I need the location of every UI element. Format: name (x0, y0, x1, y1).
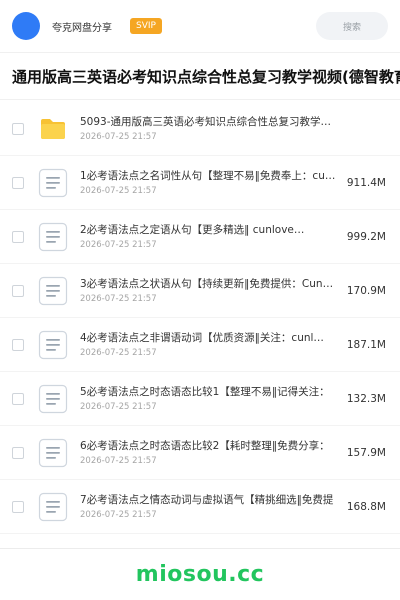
file-row[interactable]: 7必考语法点之情态动词与虚拟语气【精挑细选‖免费提 2026-07-25 21:5… (0, 480, 400, 534)
document-icon (38, 384, 68, 414)
document-icon (38, 168, 68, 198)
file-row[interactable]: 5必考语法点之时态语态比较1【整理不易‖记得关注： 2026-07-25 21:5… (0, 372, 400, 426)
search-input[interactable]: 搜索 (316, 12, 388, 40)
svip-badge: SVIP (130, 18, 162, 34)
file-row[interactable]: 5093-通用版高三英语必考知识点综合性总复习教学… 2026-07-25 21:… (0, 102, 400, 156)
document-icon (38, 438, 68, 468)
document-icon (38, 330, 68, 360)
file-date: 2026-07-25 21:57 (80, 186, 157, 196)
row-checkbox[interactable] (12, 339, 24, 351)
file-size: 187.1M (344, 339, 386, 351)
row-checkbox[interactable] (12, 285, 24, 297)
file-list: 5093-通用版高三英语必考知识点综合性总复习教学… 2026-07-25 21:… (0, 102, 400, 534)
row-checkbox[interactable] (12, 177, 24, 189)
row-checkbox[interactable] (12, 123, 24, 135)
document-icon (38, 492, 68, 522)
document-icon (38, 276, 68, 306)
file-date: 2026-07-25 21:57 (80, 294, 157, 304)
file-date: 2026-07-25 21:57 (80, 510, 157, 520)
file-row[interactable]: 3必考语法点之状语从句【持续更新‖免费提供：Cun… 2026-07-25 21:… (0, 264, 400, 318)
file-info: 1必考语法点之名词性从句【整理不易‖免费奉上：cu… 2026-07-25 21:… (80, 169, 340, 197)
file-row[interactable]: 4必考语法点之非谓语动词【优质资源‖关注：cunl… 2026-07-25 21:… (0, 318, 400, 372)
file-info: 4必考语法点之非谓语动词【优质资源‖关注：cunl… 2026-07-25 21:… (80, 331, 340, 359)
document-icon (38, 222, 68, 252)
file-name[interactable]: 2必考语法点之定语从句【更多精选‖ cunlove… (80, 223, 340, 237)
file-info: 7必考语法点之情态动词与虚拟语气【精挑细选‖免费提 2026-07-25 21:5… (80, 493, 340, 521)
file-size: 911.4M (344, 177, 386, 189)
file-name[interactable]: 3必考语法点之状语从句【持续更新‖免费提供：Cun… (80, 277, 340, 291)
file-size: 157.9M (344, 447, 386, 459)
row-checkbox[interactable] (12, 231, 24, 243)
row-checkbox[interactable] (12, 501, 24, 513)
file-info: 6必考语法点之时态语态比较2【耗时整理‖免费分享： 2026-07-25 21:5… (80, 439, 340, 467)
file-name[interactable]: 6必考语法点之时态语态比较2【耗时整理‖免费分享： (80, 439, 340, 453)
file-name[interactable]: 1必考语法点之名词性从句【整理不易‖免费奉上：cu… (80, 169, 340, 183)
file-size: 132.3M (344, 393, 386, 405)
avatar[interactable] (12, 12, 40, 40)
title-divider (0, 99, 400, 100)
file-size: 170.9M (344, 285, 386, 297)
title-bar: 通用版高三英语必考知识点综合性总复习教学视频(德智教育 (0, 53, 400, 99)
file-row[interactable]: 6必考语法点之时态语态比较2【耗时整理‖免费分享： 2026-07-25 21:5… (0, 426, 400, 480)
folder-icon (38, 114, 68, 144)
file-row[interactable]: 1必考语法点之名词性从句【整理不易‖免费奉上：cu… 2026-07-25 21:… (0, 156, 400, 210)
file-name[interactable]: 7必考语法点之情态动词与虚拟语气【精挑细选‖免费提 (80, 493, 340, 507)
file-info: 2必考语法点之定语从句【更多精选‖ cunlove… 2026-07-25 21:… (80, 223, 340, 251)
page-title: 通用版高三英语必考知识点综合性总复习教学视频(德智教育 (12, 67, 400, 86)
file-name[interactable]: 5必考语法点之时态语态比较1【整理不易‖记得关注： (80, 385, 340, 399)
file-date: 2026-07-25 21:57 (80, 402, 157, 412)
row-checkbox[interactable] (12, 393, 24, 405)
footer-divider (0, 548, 400, 549)
header-bar: 夸克网盘分享 SVIP 搜索 (0, 0, 400, 52)
file-info: 5093-通用版高三英语必考知识点综合性总复习教学… 2026-07-25 21:… (80, 115, 340, 143)
file-info: 5必考语法点之时态语态比较1【整理不易‖记得关注： 2026-07-25 21:5… (80, 385, 340, 413)
user-name[interactable]: 夸克网盘分享 (52, 19, 112, 34)
row-checkbox[interactable] (12, 447, 24, 459)
file-info: 3必考语法点之状语从句【持续更新‖免费提供：Cun… 2026-07-25 21:… (80, 277, 340, 305)
file-date: 2026-07-25 21:57 (80, 240, 157, 250)
file-date: 2026-07-25 21:57 (80, 456, 157, 466)
row-divider (0, 533, 400, 534)
file-name[interactable]: 4必考语法点之非谓语动词【优质资源‖关注：cunl… (80, 331, 340, 345)
file-name[interactable]: 5093-通用版高三英语必考知识点综合性总复习教学… (80, 115, 340, 129)
file-size: 999.2M (344, 231, 386, 243)
file-date: 2026-07-25 21:57 (80, 348, 157, 358)
watermark-logo: miosou.cc (135, 562, 265, 587)
file-row[interactable]: 2必考语法点之定语从句【更多精选‖ cunlove… 2026-07-25 21:… (0, 210, 400, 264)
file-date: 2026-07-25 21:57 (80, 132, 157, 142)
file-size: 168.8M (344, 501, 386, 513)
